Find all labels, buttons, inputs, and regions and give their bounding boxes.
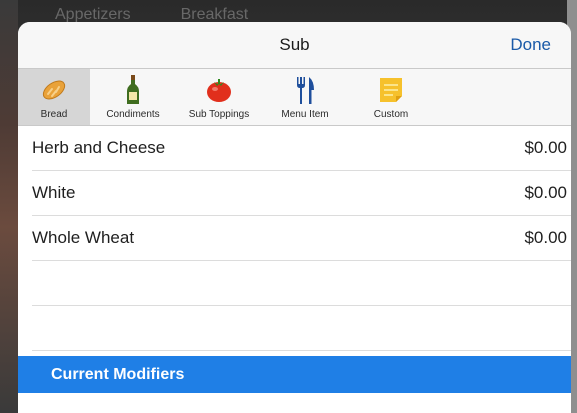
- tab-menu-item[interactable]: Menu Item: [262, 69, 348, 125]
- done-button[interactable]: Done: [510, 35, 551, 55]
- background-image-strip: [0, 0, 18, 413]
- item-price: $0.00: [524, 138, 567, 157]
- bottle-icon: [125, 73, 141, 107]
- tab-condiments[interactable]: Condiments: [90, 69, 176, 125]
- tab-menu-item-label: Menu Item: [281, 109, 329, 120]
- current-modifiers-label: Current Modifiers: [51, 365, 185, 383]
- modifier-category-tabs: Bread Condiments Sub Toppings Menu Item …: [18, 69, 571, 126]
- list-item[interactable]: Herb and Cheese $0.00: [32, 126, 571, 171]
- tab-bread[interactable]: Bread: [18, 69, 90, 125]
- item-price: $0.00: [524, 183, 567, 202]
- empty-row: [32, 261, 571, 306]
- modifier-list: Herb and Cheese $0.00 White $0.00 Whole …: [18, 126, 571, 351]
- tab-sub-toppings[interactable]: Sub Toppings: [176, 69, 262, 125]
- modal-title: Sub: [279, 35, 310, 54]
- tab-custom-label: Custom: [373, 109, 409, 120]
- tomato-icon: [204, 73, 234, 107]
- current-modifiers-header: Current Modifiers: [18, 356, 571, 393]
- note-icon: [378, 73, 404, 107]
- modal-nav-bar: Sub Done: [18, 22, 571, 69]
- modifier-modal: Sub Done Bread Condiments Sub Toppings M…: [18, 22, 571, 413]
- current-modifiers-list: [18, 393, 571, 413]
- fork-knife-icon: [294, 73, 316, 107]
- list-item[interactable]: White $0.00: [32, 171, 571, 216]
- list-item[interactable]: Whole Wheat $0.00: [32, 216, 571, 261]
- tab-bread-label: Bread: [40, 109, 68, 120]
- item-name: Whole Wheat: [32, 228, 135, 247]
- tab-custom[interactable]: Custom: [348, 69, 434, 125]
- item-name: White: [32, 183, 76, 202]
- item-name: Herb and Cheese: [32, 138, 166, 157]
- empty-row: [32, 306, 571, 351]
- tab-condiments-label: Condiments: [106, 109, 160, 120]
- tab-sub-toppings-label: Sub Toppings: [188, 109, 250, 120]
- item-price: $0.00: [524, 228, 567, 247]
- bread-icon: [39, 73, 69, 107]
